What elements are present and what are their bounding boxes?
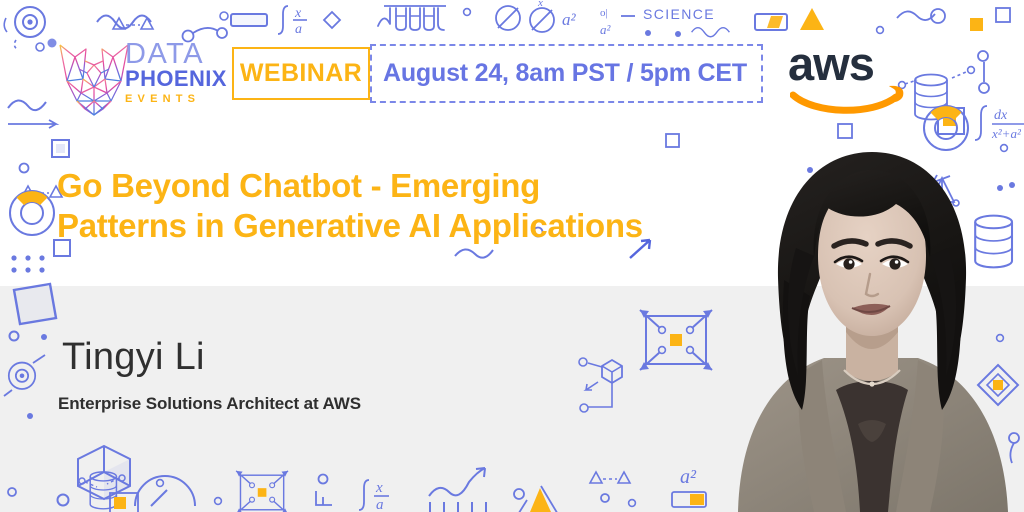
aws-logo[interactable]: aws	[788, 40, 908, 115]
svg-text:x: x	[375, 480, 383, 496]
doodle-target-left	[7, 361, 37, 390]
doodle-donut-left	[9, 190, 55, 236]
speaker-name: Tingyi Li	[62, 336, 205, 378]
doodle-triangles-bottom	[589, 471, 631, 484]
aws-wordmark: aws	[788, 37, 875, 90]
webinar-badge: WEBINAR	[232, 47, 370, 100]
header: DATA PHOENIX EVENTS WEBINAR August 24, 8…	[0, 0, 1024, 130]
doodle-battery-bottom	[671, 491, 707, 508]
doodle-trend-bottom	[428, 467, 487, 512]
svg-text:a: a	[376, 497, 384, 512]
brand-line-phoenix: PHOENIX	[125, 66, 227, 91]
webinar-badge-label: WEBINAR	[239, 59, 363, 87]
doodle-axis-bottom	[315, 473, 332, 506]
brand-line-data: DATA	[125, 38, 205, 70]
doodle-cube-node-middle	[578, 357, 623, 413]
webinar-banner: x a x a² o| a² SCIENCE dx x²+a² x a a² D…	[0, 0, 1024, 512]
page-title-line1: Go Beyond Chatbot - Emerging	[57, 167, 540, 204]
speaker-role: Enterprise Solutions Architect at AWS	[58, 394, 361, 413]
doodle-square-tilted-left	[12, 282, 58, 326]
doodle-scaleout-bottom	[235, 470, 289, 512]
doodle-triangle-orange-bottom	[530, 488, 551, 512]
doodle-gauge-bottom	[134, 475, 196, 507]
aws-smile-arrow-icon	[790, 85, 904, 114]
brand-logo[interactable]: DATA PHOENIX EVENTS	[55, 33, 226, 121]
page-title: Go Beyond Chatbot - Emerging Patterns in…	[57, 166, 777, 246]
brand-wordmark: DATA PHOENIX EVENTS	[125, 39, 230, 117]
brand-line-events: EVENTS	[125, 93, 201, 105]
doodle-a-squared-bottom: a²	[680, 466, 697, 488]
date-time-text: August 24, 8am PST / 5pm CET	[383, 59, 747, 87]
doodle-integral-bottom: x a	[358, 479, 389, 512]
phoenix-logo-icon	[59, 44, 129, 116]
doodle-dot-grid-left	[11, 255, 45, 273]
doodle-scaleout-middle	[639, 309, 713, 371]
date-time-box: August 24, 8am PST / 5pm CET	[370, 44, 763, 103]
page-title-line2: Patterns in Generative AI Applications	[57, 207, 643, 244]
